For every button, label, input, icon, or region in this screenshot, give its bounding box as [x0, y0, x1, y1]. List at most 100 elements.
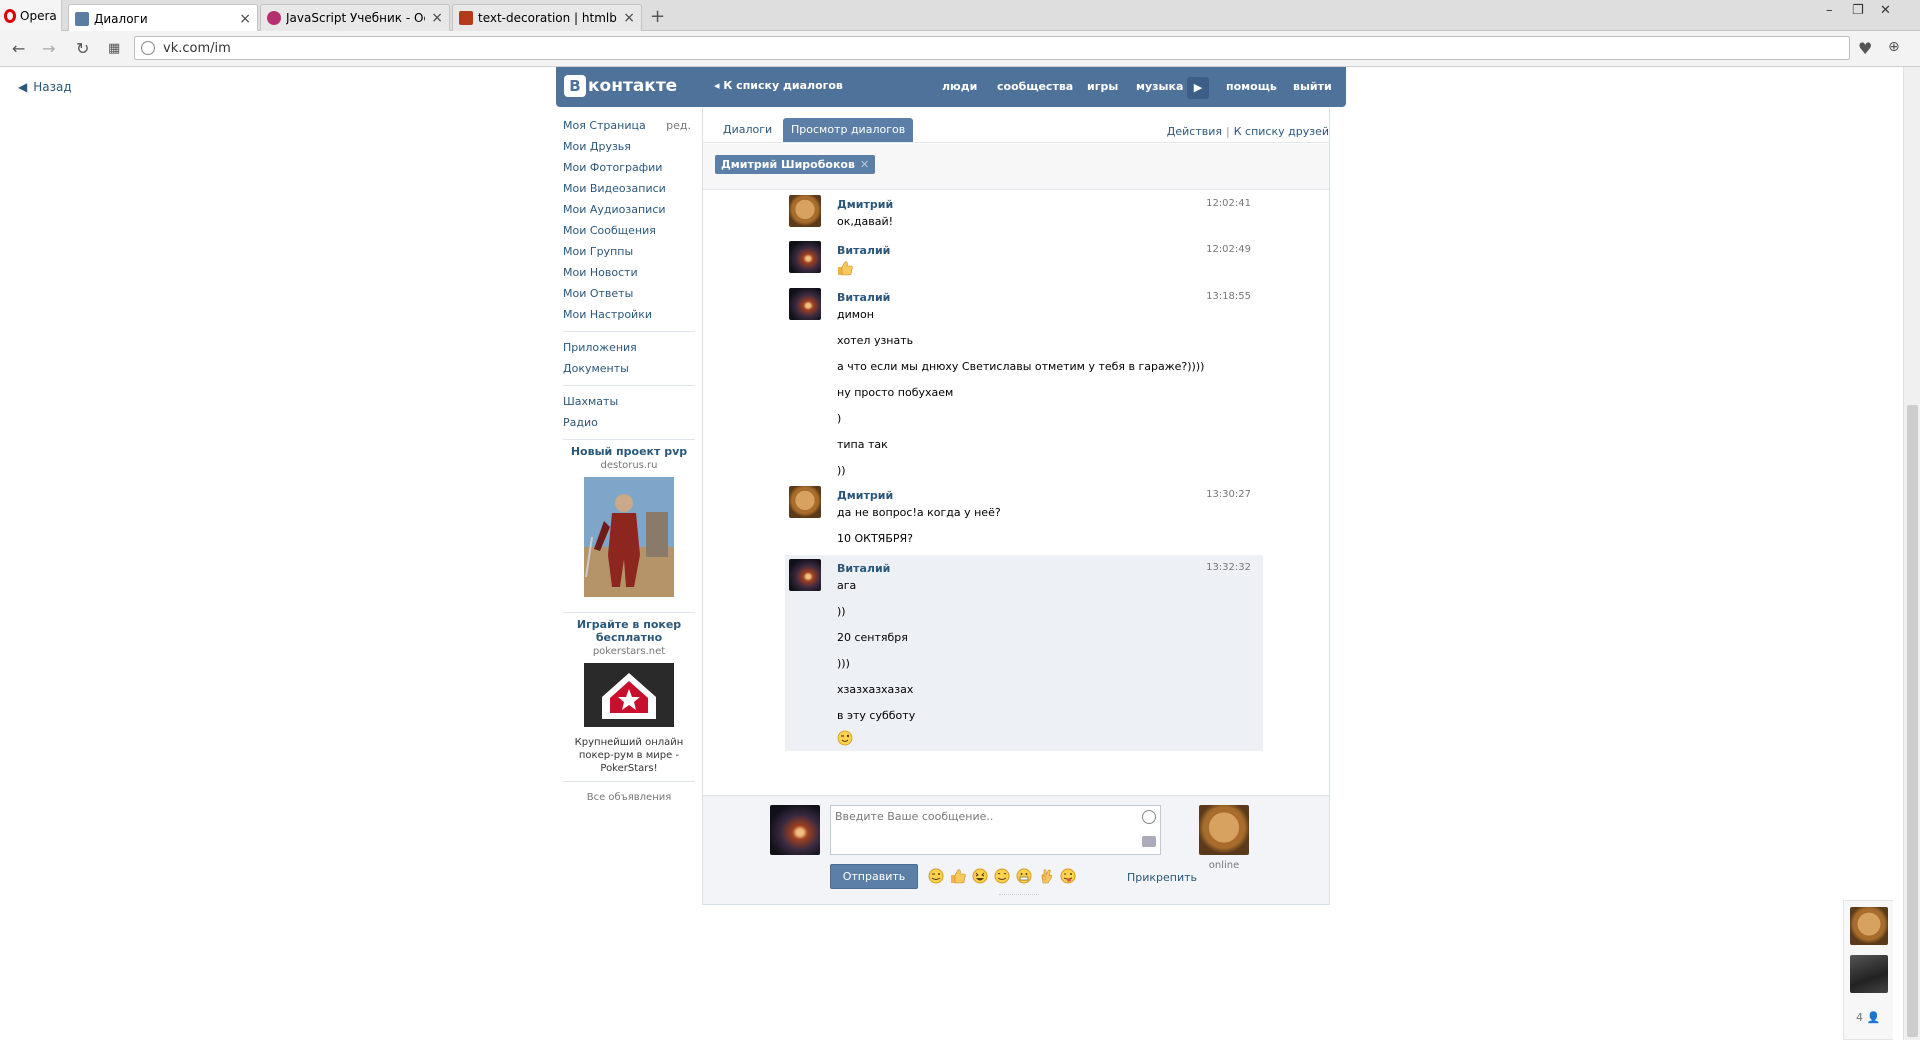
message-author[interactable]: Дмитрий: [837, 198, 893, 211]
menu-my-photos[interactable]: Мои Фотографии: [563, 157, 695, 178]
tab-dialogs[interactable]: Диалоги: [715, 118, 780, 142]
message-time[interactable]: 13:18:55: [1206, 291, 1251, 302]
tongue-emoji-icon[interactable]: [1059, 867, 1077, 885]
resize-handle[interactable]: [999, 894, 1039, 895]
opera-menu-button[interactable]: Opera: [0, 0, 62, 31]
vk-logo[interactable]: В контакте: [564, 75, 677, 97]
nav-help[interactable]: помощь: [1226, 80, 1277, 93]
tab-htmlbook[interactable]: text-decoration | htmlbook ×: [452, 4, 642, 31]
menu-my-videos[interactable]: Мои Видеозаписи: [563, 178, 695, 199]
new-tab-button[interactable]: +: [650, 6, 665, 27]
attach-link[interactable]: Прикрепить: [1127, 871, 1197, 884]
page-scrollbar[interactable]: [1903, 67, 1920, 1040]
avatar[interactable]: [789, 288, 821, 320]
menu-my-messages[interactable]: Мои Сообщения: [563, 220, 695, 241]
message-author[interactable]: Дмитрий: [837, 489, 893, 502]
side-friends-panel: 4 👤: [1843, 900, 1893, 1040]
message-input[interactable]: Введите Ваше сообщение..: [830, 805, 1161, 855]
tab-close-icon[interactable]: ×: [431, 10, 443, 26]
message-item[interactable]: Виталий 13:18:55 димон хотел узнать а чт…: [785, 284, 1263, 477]
peer-avatar[interactable]: [1199, 805, 1249, 855]
menu-my-news[interactable]: Мои Новости: [563, 262, 695, 283]
menu-documents[interactable]: Документы: [563, 358, 695, 379]
friend-avatar[interactable]: [1850, 907, 1888, 945]
laughing-emoji-icon[interactable]: [971, 867, 989, 885]
message-time[interactable]: 12:02:41: [1206, 198, 1251, 209]
menu-radio[interactable]: Радио: [563, 412, 695, 433]
minimize-icon[interactable]: –: [1826, 3, 1833, 18]
ad-title[interactable]: Новый проект pvp: [563, 445, 695, 458]
ad-pvp[interactable]: Новый проект pvp destorus.ru: [563, 445, 695, 606]
message-item[interactable]: Виталий 13:32:32 ага )) 20 сентября ))) …: [785, 555, 1263, 751]
remove-peer-icon[interactable]: ✕: [860, 158, 869, 171]
message-author[interactable]: Виталий: [837, 562, 890, 575]
nav-logout[interactable]: выйти: [1293, 80, 1332, 93]
play-icon[interactable]: ▶: [1187, 77, 1209, 99]
speed-dial-icon[interactable]: ▦: [108, 41, 120, 56]
avatar[interactable]: [789, 559, 821, 591]
reload-icon[interactable]: ↻: [76, 39, 89, 58]
message-author[interactable]: Виталий: [837, 291, 890, 304]
scroll-thumb[interactable]: [1907, 405, 1918, 1037]
send-button[interactable]: Отправить: [830, 864, 918, 889]
nav-music[interactable]: музыка: [1136, 80, 1183, 93]
message-time[interactable]: 13:32:32: [1206, 562, 1251, 573]
message-time[interactable]: 13:30:27: [1206, 489, 1251, 500]
actions-link[interactable]: Действия: [1167, 125, 1222, 138]
friends-count[interactable]: 4 👤: [1856, 1011, 1880, 1024]
close-window-icon[interactable]: ✕: [1880, 3, 1891, 18]
message-time[interactable]: 12:02:49: [1206, 244, 1251, 255]
tab-close-icon[interactable]: ×: [623, 10, 635, 26]
tab-javascript[interactable]: JavaScript Учебник - Осн ×: [260, 4, 450, 31]
smile-icon[interactable]: [1142, 810, 1156, 824]
address-bar[interactable]: vk.com/im: [134, 36, 1850, 60]
message-item[interactable]: Дмитрий 13:30:27 да не вопрос!а когда у …: [785, 482, 1263, 550]
menu-my-groups[interactable]: Мои Группы: [563, 241, 695, 262]
tab-view-dialogs[interactable]: Просмотр диалогов: [783, 118, 914, 142]
smile-emoji-icon[interactable]: [993, 867, 1011, 885]
tab-dialogs[interactable]: Диалоги ×: [68, 4, 258, 32]
nav-communities[interactable]: сообщества: [997, 80, 1073, 93]
ad-pokerstars-image[interactable]: [584, 663, 674, 727]
avatar[interactable]: [789, 241, 821, 273]
download-icon[interactable]: ⊕: [1888, 39, 1900, 55]
back-link[interactable]: ◀ Назад: [18, 80, 72, 94]
heart-icon[interactable]: ♥: [1858, 39, 1872, 58]
avatar[interactable]: [789, 486, 821, 518]
menu-apps[interactable]: Приложения: [563, 337, 695, 358]
menu-my-audio[interactable]: Мои Аудиозаписи: [563, 199, 695, 220]
back-to-dialogs-link[interactable]: ◂ К списку диалогов: [714, 79, 843, 92]
ad-domain: destorus.ru: [600, 460, 658, 471]
edit-menu-link[interactable]: ред.: [666, 115, 691, 136]
ad-title[interactable]: Играйте в покер бесплатно: [563, 618, 695, 644]
ad-warrior-image[interactable]: [584, 477, 674, 597]
camera-icon[interactable]: [1142, 836, 1156, 847]
message-author[interactable]: Виталий: [837, 244, 890, 257]
wink-emoji-icon[interactable]: [927, 867, 945, 885]
menu-chess[interactable]: Шахматы: [563, 391, 695, 412]
back-arrow-icon[interactable]: ←: [12, 39, 25, 58]
all-ads-link[interactable]: Все объявления: [563, 792, 695, 803]
friend-avatar[interactable]: [1850, 955, 1888, 993]
nav-people[interactable]: люди: [942, 80, 977, 93]
menu-my-friends[interactable]: Мои Друзья: [563, 136, 695, 157]
friends-list-link[interactable]: К списку друзей: [1234, 125, 1329, 138]
avatar[interactable]: [789, 195, 821, 227]
ad-pokerstars[interactable]: Играйте в покер бесплатно pokerstars.net…: [563, 618, 695, 775]
tab-close-icon[interactable]: ×: [239, 11, 251, 27]
thumbs-up-emoji-icon[interactable]: [949, 867, 967, 885]
forward-arrow-icon[interactable]: →: [42, 39, 55, 58]
nav-games[interactable]: игры: [1087, 80, 1118, 93]
restore-icon[interactable]: ❐: [1852, 3, 1864, 18]
my-avatar[interactable]: [770, 805, 820, 855]
menu-my-answers[interactable]: Мои Ответы: [563, 283, 695, 304]
site-info-icon[interactable]: [141, 41, 155, 55]
peer-chip[interactable]: Дмитрий Широбоков ✕: [715, 155, 876, 174]
message-history[interactable]: Дмитрий 12:02:41 ок,давай! Виталий 12:02…: [703, 191, 1329, 791]
menu-my-page[interactable]: Моя Страница ред.: [563, 115, 695, 136]
grin-emoji-icon[interactable]: [1015, 867, 1033, 885]
ok-hand-emoji-icon[interactable]: [1037, 867, 1055, 885]
menu-my-settings[interactable]: Мои Настройки: [563, 304, 695, 325]
message-item[interactable]: Дмитрий 12:02:41 ок,давай!: [785, 191, 1263, 233]
message-item[interactable]: Виталий 12:02:49: [785, 237, 1263, 281]
